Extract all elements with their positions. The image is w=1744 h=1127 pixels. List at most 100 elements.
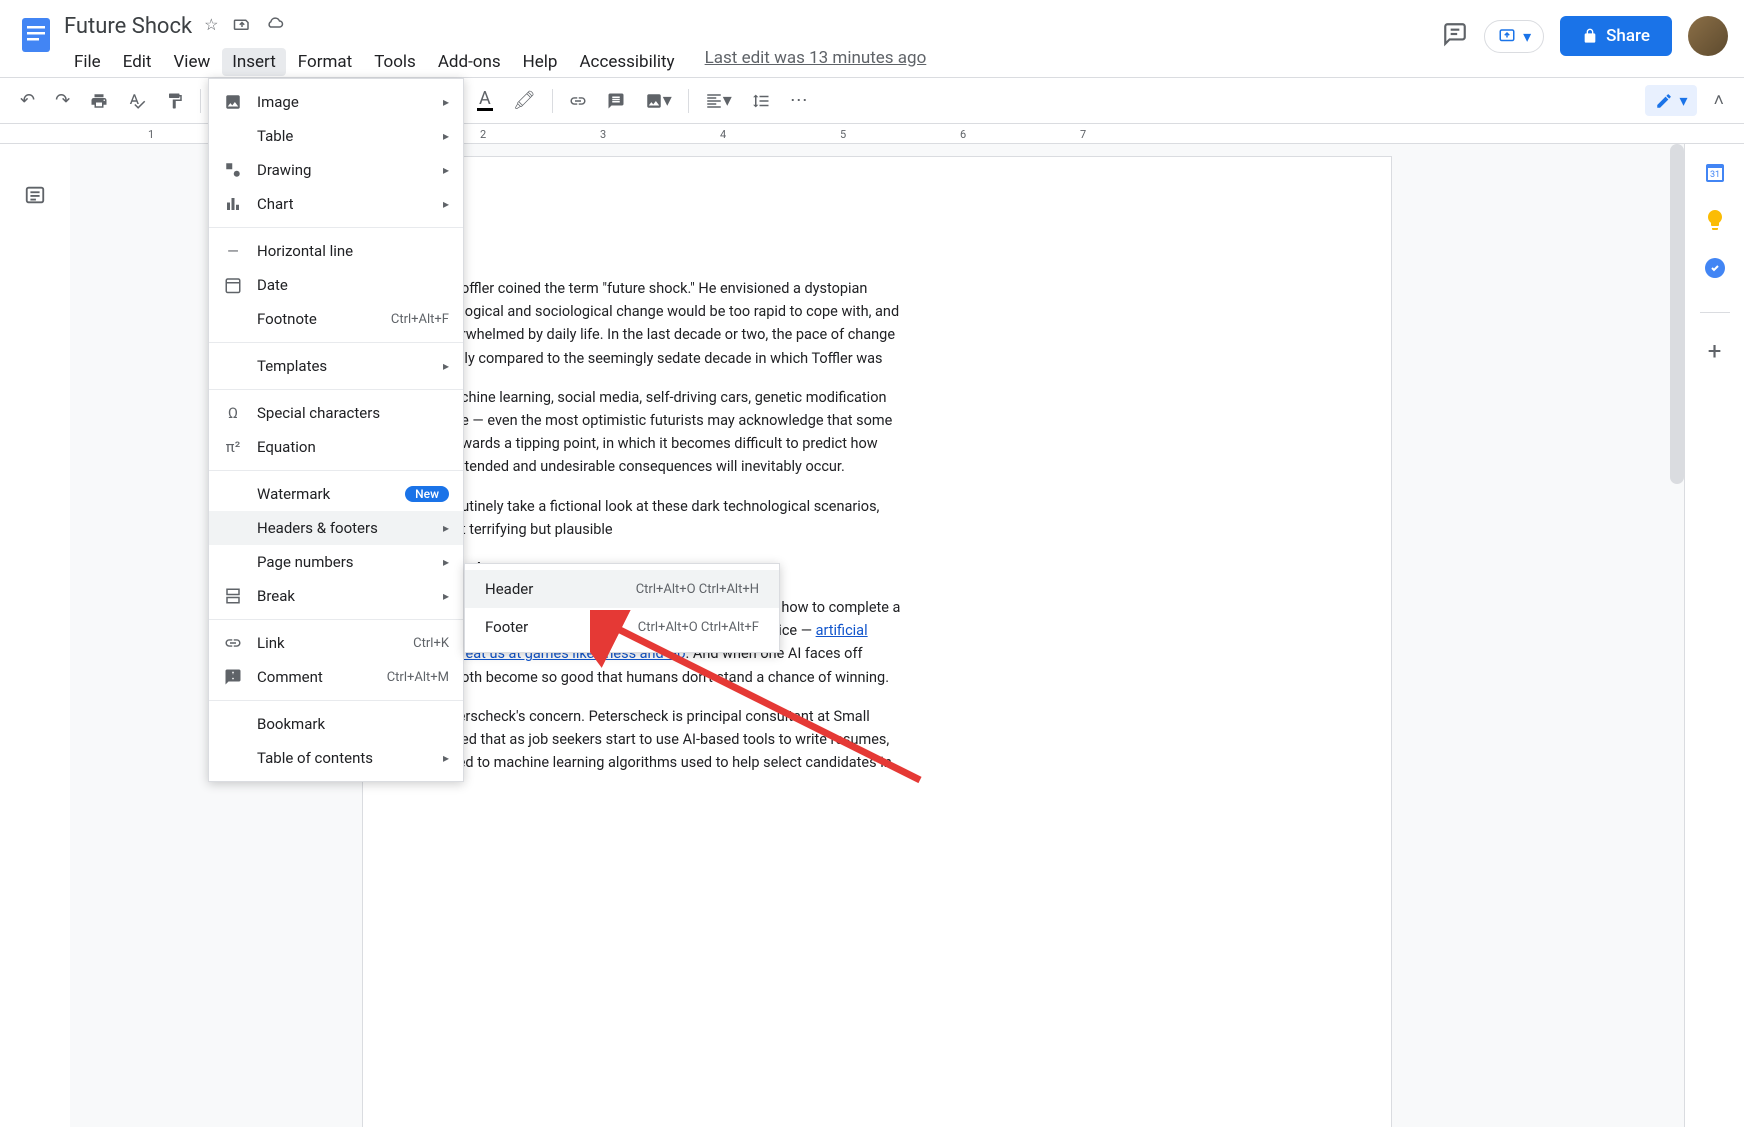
menu-item-footnote[interactable]: Footnote Ctrl+Alt+F <box>209 302 463 336</box>
menu-item-date[interactable]: Date <box>209 268 463 302</box>
submenu-arrow-icon: ▸ <box>443 95 449 109</box>
outline-icon[interactable] <box>24 184 46 1127</box>
share-button[interactable]: Share <box>1560 16 1672 56</box>
ruler-mark: 5 <box>840 128 846 141</box>
menu-item-equation[interactable]: π² Equation <box>209 430 463 464</box>
link[interactable]: artificial <box>816 622 868 639</box>
account-avatar[interactable] <box>1688 16 1728 56</box>
paragraph[interactable]: outinely take a fictional look at these … <box>453 495 1301 541</box>
editing-mode-button[interactable]: ▾ <box>1645 85 1697 116</box>
omega-icon: Ω <box>223 404 243 422</box>
submenu-arrow-icon: ▸ <box>443 521 449 535</box>
star-icon[interactable]: ☆ <box>204 15 218 37</box>
menu-item-page-numbers[interactable]: Page numbers ▸ <box>209 545 463 579</box>
more-button[interactable]: ⋯ <box>782 84 816 117</box>
menu-accessibility[interactable]: Accessibility <box>569 48 684 76</box>
insert-link-button[interactable] <box>561 86 595 116</box>
headers-footers-submenu: HeaderCtrl+Alt+O Ctrl+Alt+HFooterCtrl+Al… <box>464 563 780 653</box>
undo-button[interactable]: ↶ <box>12 84 43 117</box>
chevron-down-icon: ▾ <box>1523 27 1531 46</box>
menu-file[interactable]: File <box>64 48 111 76</box>
menu-item-drawing[interactable]: Drawing ▸ <box>209 153 463 187</box>
move-icon[interactable] <box>233 15 251 37</box>
menu-item-templates[interactable]: Templates ▸ <box>209 349 463 383</box>
new-badge: New <box>405 486 449 502</box>
spellcheck-button[interactable] <box>120 86 154 116</box>
menu-item-table[interactable]: Table ▸ <box>209 119 463 153</box>
menu-item-watermark[interactable]: Watermark New <box>209 477 463 511</box>
comment-history-icon[interactable] <box>1442 21 1468 51</box>
paint-format-button[interactable] <box>158 86 192 116</box>
insert-menu-dropdown: Image ▸ Table ▸ Drawing ▸ Chart ▸ — Horiz… <box>208 78 464 782</box>
pi-icon: π² <box>223 438 243 456</box>
submenu-arrow-icon: ▸ <box>443 589 449 603</box>
menu-addons[interactable]: Add-ons <box>428 48 511 76</box>
menu-item-image[interactable]: Image ▸ <box>209 85 463 119</box>
document-title[interactable]: Future Shock <box>64 14 192 39</box>
break-icon <box>223 587 243 605</box>
text-color-button[interactable]: A <box>469 84 501 117</box>
menu-format[interactable]: Format <box>288 48 362 76</box>
hline-icon: — <box>223 242 243 260</box>
insert-image-button[interactable]: ▾ <box>637 84 680 117</box>
submenu-item-header[interactable]: HeaderCtrl+Alt+O Ctrl+Alt+H <box>465 570 779 608</box>
submenu-arrow-icon: ▸ <box>443 163 449 177</box>
menu-help[interactable]: Help <box>513 48 568 76</box>
menu-item-bookmark[interactable]: Bookmark <box>209 707 463 741</box>
submenu-arrow-icon: ▸ <box>443 197 449 211</box>
cloud-status-icon[interactable] <box>265 15 285 37</box>
image-icon <box>223 93 243 111</box>
ruler-mark: 2 <box>480 128 486 141</box>
menubar: File Edit View Insert Format Tools Add-o… <box>64 48 1442 76</box>
menu-item-horizontal-line[interactable]: — Horizontal line <box>209 234 463 268</box>
submenu-arrow-icon: ▸ <box>443 359 449 373</box>
ruler-mark: 3 <box>600 128 606 141</box>
menu-item-special-characters[interactable]: Ω Special characters <box>209 396 463 430</box>
menu-item-table-of-contents[interactable]: Table of contents ▸ <box>209 741 463 775</box>
menu-item-break[interactable]: Break ▸ <box>209 579 463 613</box>
redo-button[interactable]: ↷ <box>47 84 78 117</box>
add-addon-icon[interactable]: + <box>1703 337 1727 361</box>
header-actions: ▾ Share <box>1442 16 1728 56</box>
menu-item-link[interactable]: Link Ctrl+K <box>209 626 463 660</box>
menu-item-headers-footers[interactable]: Headers & footers ▸ <box>209 511 463 545</box>
docs-logo[interactable] <box>16 14 56 54</box>
share-label: Share <box>1606 26 1650 46</box>
paragraph[interactable]: terscheck's concern. Peterscheck is prin… <box>453 705 1301 775</box>
menu-insert[interactable]: Insert <box>222 48 286 76</box>
print-button[interactable] <box>82 86 116 116</box>
submenu-arrow-icon: ▸ <box>443 751 449 765</box>
hide-menus-button[interactable]: ˄ <box>1705 84 1732 117</box>
drawing-icon <box>223 161 243 179</box>
paragraph[interactable]: achine learning, social media, self-driv… <box>453 386 1301 479</box>
svg-text:31: 31 <box>1709 170 1719 180</box>
align-button[interactable]: ▾ <box>697 84 740 117</box>
submenu-item-footer[interactable]: FooterCtrl+Alt+O Ctrl+Alt+F <box>465 608 779 646</box>
side-panel: 31 + <box>1684 144 1744 1127</box>
ruler-mark: 6 <box>960 128 966 141</box>
highlight-button[interactable]: 🖍 <box>505 84 544 117</box>
left-margin <box>0 144 70 1127</box>
menu-view[interactable]: View <box>163 48 220 76</box>
chart-icon <box>223 195 243 213</box>
menu-item-comment[interactable]: Comment Ctrl+Alt+M <box>209 660 463 694</box>
calendar-addon-icon[interactable]: 31 <box>1703 160 1727 184</box>
date-icon <box>223 276 243 294</box>
tasks-addon-icon[interactable] <box>1703 256 1727 280</box>
menu-edit[interactable]: Edit <box>113 48 162 76</box>
ruler-mark: 4 <box>720 128 726 141</box>
scrollbar[interactable] <box>1670 144 1684 484</box>
title-area: Future Shock ☆ File Edit View Insert For… <box>64 8 1442 76</box>
paragraph[interactable]: Toffler coined the term "future shock." … <box>453 277 1301 370</box>
present-button[interactable]: ▾ <box>1484 20 1544 53</box>
ruler-mark: 1 <box>148 128 154 141</box>
submenu-arrow-icon: ▸ <box>443 555 449 569</box>
app-header: Future Shock ☆ File Edit View Insert For… <box>0 0 1744 78</box>
ruler-mark: 7 <box>1080 128 1086 141</box>
last-edit-link[interactable]: Last edit was 13 minutes ago <box>705 48 927 76</box>
line-spacing-button[interactable] <box>744 86 778 116</box>
menu-item-chart[interactable]: Chart ▸ <box>209 187 463 221</box>
insert-comment-button[interactable] <box>599 86 633 116</box>
keep-addon-icon[interactable] <box>1703 208 1727 232</box>
menu-tools[interactable]: Tools <box>364 48 426 76</box>
